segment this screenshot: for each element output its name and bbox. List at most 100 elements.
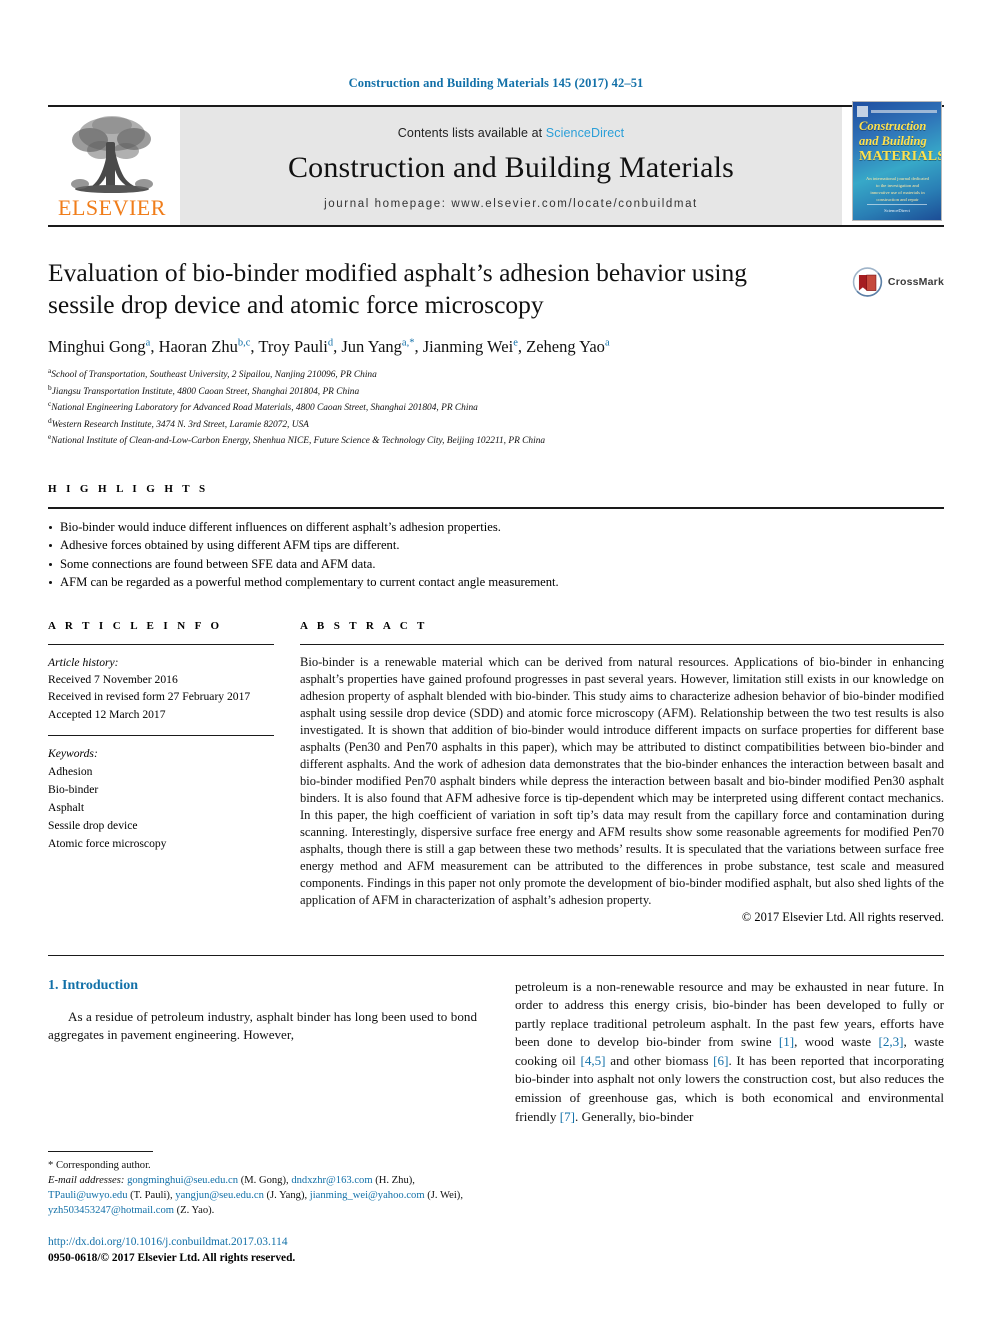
keywords-rule	[48, 735, 274, 737]
citation-link[interactable]: [2,3]	[878, 1034, 903, 1049]
cover-blurb: An international journal dedicated to th…	[866, 176, 929, 203]
cover-divider	[871, 110, 937, 113]
article-history-label: Article history:	[48, 655, 119, 669]
info-abstract-row: A R T I C L E I N F O Article history: R…	[48, 620, 944, 925]
author-name: Jun Yang	[341, 337, 402, 357]
affiliation-mark: c	[48, 399, 52, 409]
highlight-item: Adhesive forces obtained by using differ…	[48, 536, 944, 555]
elsevier-logo: ELSEVIER	[48, 107, 176, 225]
abstract-text: Bio-binder is a renewable material which…	[300, 654, 944, 907]
intro-paragraph-left: As a residue of petroleum industry, asph…	[48, 1008, 477, 1043]
crossmark-badge[interactable]: CrossMark	[852, 259, 944, 305]
keywords-block: Keywords: Adhesion Bio-binder Asphalt Sessi…	[48, 735, 274, 853]
article-history-item: Accepted 12 March 2017	[48, 707, 166, 721]
keyword-item: Asphalt	[48, 801, 85, 815]
abstract-heading: A B S T R A C T	[300, 619, 428, 632]
author-name: Haoran Zhu	[158, 337, 238, 357]
email-link[interactable]: dndxzhr@163.com	[291, 1175, 372, 1186]
affiliation-mark: b	[48, 382, 52, 392]
journal-cover-image: Construction and Building MATERIALS An i…	[852, 101, 942, 221]
page-footer: * Corresponding author. E-mail addresses…	[48, 1150, 944, 1267]
title-block: CrossMark Evaluation of bio-binder modif…	[48, 257, 944, 449]
email-owner: (J. Yang)	[263, 1189, 305, 1201]
citation-link[interactable]: [1]	[779, 1034, 794, 1049]
corresponding-author-note: * Corresponding author.	[48, 1159, 151, 1171]
highlight-item: AFM can be regarded as a powerful method…	[48, 573, 944, 592]
author-affiliation-mark: d	[327, 337, 334, 349]
article-history: Article history: Received 7 November 201…	[48, 654, 274, 724]
highlights-list: Bio-binder would induce different influe…	[48, 518, 944, 592]
cover-top-bar	[857, 106, 937, 117]
cover-elsevier-icon	[857, 106, 868, 117]
cover-title-text: Construction and Building MATERIALS	[859, 119, 942, 165]
highlights-section: H I G H L I G H T S Bio-binder would ind…	[48, 483, 944, 592]
page-title: Evaluation of bio-binder modified asphal…	[48, 258, 747, 320]
email-link[interactable]: yzh503453247@hotmail.com	[48, 1205, 174, 1216]
affiliation-list: aSchool of Transportation, Southeast Uni…	[48, 366, 944, 448]
section-heading-introduction: 1. Introduction	[48, 977, 138, 993]
abstract-column: A B S T R A C T Bio-binder is a renewabl…	[300, 620, 944, 925]
highlight-item: Bio-binder would induce different influe…	[48, 518, 944, 537]
affiliation-mark: a	[48, 366, 52, 376]
author-affiliation-mark: a,*	[401, 337, 415, 349]
crossmark-icon	[852, 267, 883, 297]
highlights-rule	[48, 506, 944, 509]
article-info-column: A R T I C L E I N F O Article history: R…	[48, 620, 274, 925]
contents-prefix: Contents lists available at	[397, 126, 546, 140]
cover-footer-text: ScienceDirect	[867, 204, 927, 213]
abstract-copyright: © 2017 Elsevier Ltd. All rights reserved…	[741, 909, 944, 924]
email-addresses-label: E-mail addresses:	[48, 1174, 128, 1186]
cover-title-line3: MATERIALS	[859, 148, 942, 164]
body-column-left: 1. Introduction As a residue of petroleu…	[48, 978, 477, 1127]
abstract-rule	[300, 643, 944, 645]
keywords-label: Keywords:	[48, 747, 98, 761]
doi-link[interactable]: http://dx.doi.org/10.1016/j.conbuildmat.…	[48, 1234, 488, 1251]
elsevier-tree-icon	[71, 116, 153, 193]
email-owner: (J. Wei)	[424, 1189, 461, 1201]
article-first-page: Construction and Building Materials 145 …	[0, 0, 992, 1323]
sciencedirect-link[interactable]: ScienceDirect	[546, 126, 624, 140]
keywords-list: Adhesion Bio-binder Asphalt Sessile drop de…	[48, 763, 274, 853]
author-name: Minghui Gong	[48, 337, 146, 357]
cover-title-line2: and Building	[859, 133, 927, 148]
keyword-item: Bio-binder	[48, 783, 99, 797]
article-history-item: Received 7 November 2016	[48, 672, 178, 686]
affiliation-item: dWestern Research Institute, 3474 N. 3rd…	[48, 415, 309, 430]
article-history-lines: Received 7 November 2016 Received in revi…	[48, 671, 274, 723]
email-owner: (Z. Yao)	[173, 1204, 212, 1216]
affiliation-mark: d	[48, 415, 52, 425]
article-history-item: Received in revised form 27 February 201…	[48, 690, 251, 704]
keyword-item: Sessile drop device	[48, 819, 138, 833]
running-head: Construction and Building Materials 145 …	[348, 76, 644, 90]
author-affiliation-mark: a	[145, 337, 151, 349]
email-owner: (M. Gong)	[238, 1174, 287, 1186]
affiliation-item: cNational Engineering Laboratory for Adv…	[48, 399, 478, 414]
affiliation-mark: e	[48, 432, 52, 442]
author-affiliation-mark: e	[513, 337, 518, 349]
email-owner: (T. Pauli)	[127, 1189, 170, 1201]
elsevier-wordmark: ELSEVIER	[58, 195, 166, 220]
email-link[interactable]: yangjun@seu.edu.cn	[175, 1190, 264, 1201]
journal-cover-thumbnail[interactable]: Construction and Building MATERIALS An i…	[848, 101, 944, 225]
footer-left-block: * Corresponding author. E-mail addresses…	[48, 1150, 488, 1267]
highlights-heading: H I G H L I G H T S	[48, 482, 209, 495]
keyword-item: Adhesion	[48, 765, 93, 779]
email-link[interactable]: gongminghui@seu.edu.cn	[127, 1175, 238, 1186]
email-addresses-line: E-mail addresses: gongminghui@seu.edu.cn…	[48, 1174, 463, 1216]
journal-homepage-link[interactable]: journal homepage: www.elsevier.com/locat…	[324, 198, 698, 210]
citation-link[interactable]: [6]	[713, 1053, 728, 1068]
author-name: Troy Pauli	[258, 337, 328, 357]
email-link[interactable]: jianming_wei@yahoo.com	[310, 1190, 425, 1201]
cover-title-line1: Construction	[859, 119, 927, 133]
author-list: Minghui Gonga, Haoran Zhub,c, Troy Pauli…	[48, 337, 610, 357]
citation-link[interactable]: [4,5]	[580, 1053, 605, 1068]
article-info-rule	[48, 643, 274, 645]
author-affiliation-mark: b,c	[237, 337, 251, 349]
keyword-item: Atomic force microscopy	[48, 837, 167, 850]
journal-title: Construction and Building Materials	[287, 151, 735, 184]
email-link[interactable]: TPauli@uwyo.edu	[48, 1190, 128, 1201]
affiliation-item: bJiangsu Transportation Institute, 4800 …	[48, 382, 360, 397]
crossmark-label: CrossMark	[887, 276, 944, 288]
citation-link[interactable]: [7]	[560, 1109, 575, 1124]
contents-available-line: Contents lists available at ScienceDirec…	[398, 126, 624, 140]
